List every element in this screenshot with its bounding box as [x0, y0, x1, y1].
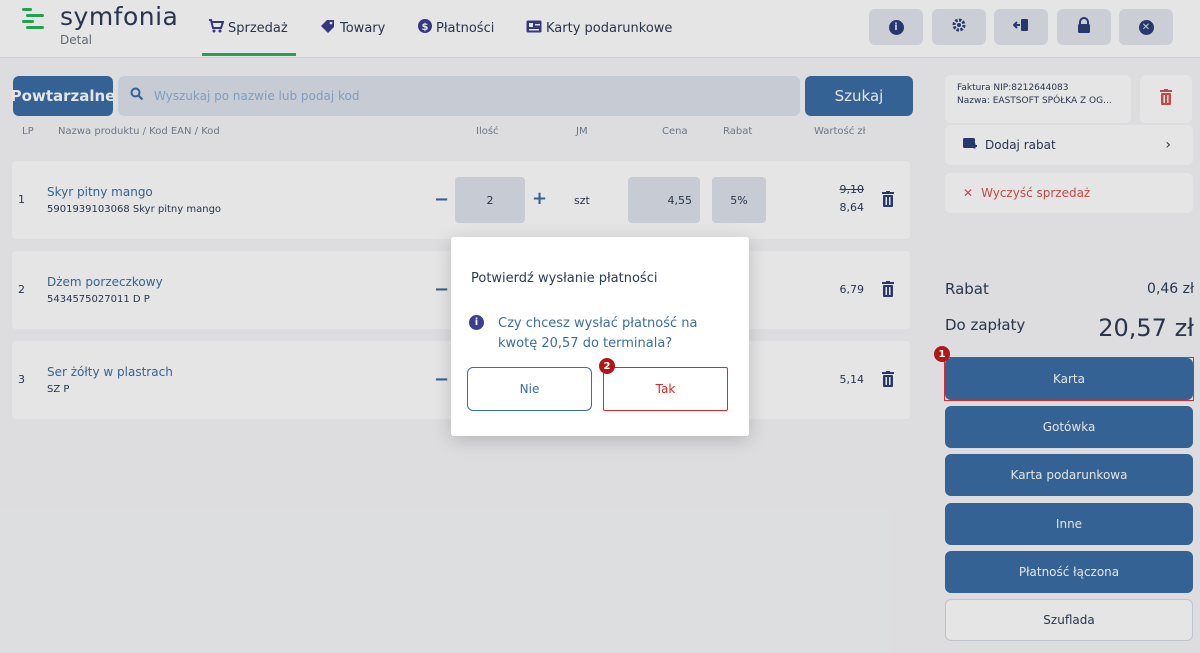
highlight-frame — [944, 357, 1194, 401]
dialog-question: Czy chcesz wysłać płatność na kwotę 20,5… — [498, 316, 698, 351]
confirm-payment-dialog: Potwierdź wysłanie płatności i Czy chces… — [451, 237, 749, 436]
yes-button[interactable]: Tak — [603, 367, 728, 411]
info-icon: i — [469, 315, 484, 330]
step-marker: 1 — [934, 346, 950, 362]
dialog-title: Potwierdź wysłanie płatności — [471, 271, 658, 286]
no-button[interactable]: Nie — [467, 367, 592, 411]
step-marker: 2 — [599, 358, 615, 374]
